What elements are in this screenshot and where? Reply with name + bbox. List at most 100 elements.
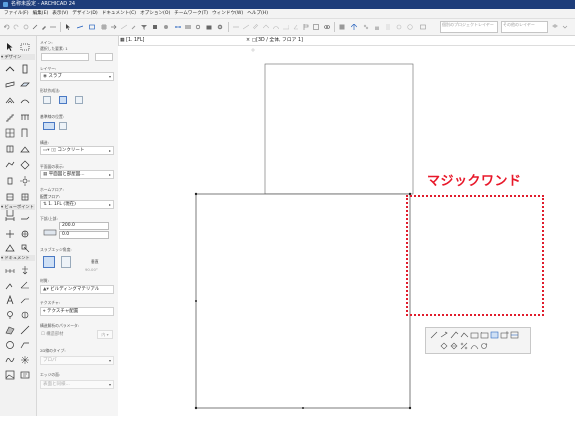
layer-dropdown[interactable]: ◉ スラブ ▾ [40,72,114,81]
window-tool-icon[interactable] [5,144,15,154]
lock-icon[interactable] [373,23,381,31]
elevate-icon[interactable] [460,331,469,339]
adjust-icon[interactable] [262,23,270,31]
railing-tool-icon[interactable] [20,112,30,122]
snap-guide-icon[interactable] [120,23,128,31]
ref-line-top-icon[interactable] [43,122,55,130]
shell-tool-icon[interactable] [20,96,30,106]
line-draw-tool-icon[interactable] [20,325,30,335]
line-tool-icon[interactable] [76,23,84,31]
curve-edit-icon[interactable] [470,342,479,350]
angle-icon[interactable] [292,23,300,31]
menu-window[interactable]: ウィンドウ(W) [212,11,243,16]
menu-design[interactable]: デザイン(D) [72,11,98,16]
circle-tool-icon[interactable] [5,340,15,350]
close-icon[interactable]: × [246,38,250,43]
magic-wand-icon[interactable] [31,23,39,31]
offset-icon[interactable] [252,23,260,31]
viewpoint-section-header[interactable]: ▾ ビューポイント [1,204,35,210]
edge-surface-dropdown[interactable]: 表面と同様... ▾ [40,380,114,389]
structure-dropdown[interactable]: ▭▾ ▯▯ コンクリート ▸ [40,146,114,155]
text-tool-icon[interactable] [5,294,15,305]
door-tool-icon[interactable] [20,128,30,138]
rotated-rectangle-slab-icon[interactable] [75,96,83,104]
menu-help[interactable]: ヘルプ(H) [247,11,268,16]
fill-tool-icon[interactable] [5,325,15,335]
menu-teamwork[interactable]: チームワーク(T) [174,11,208,16]
material-dropdown[interactable]: ▲▾ ビルディングマテリアル [40,285,114,294]
zone-tool-icon[interactable] [5,192,15,202]
design-section-header[interactable]: ▾ デザイン [1,54,35,60]
markup-icon[interactable] [395,23,403,31]
edge-icon[interactable] [282,23,290,31]
duct-tool-icon[interactable] [20,192,30,202]
slab-hotspot-br[interactable] [408,406,412,410]
selected-slab[interactable] [195,193,411,409]
marquee-tool-icon[interactable] [20,42,30,52]
column-tool-icon[interactable] [20,64,30,74]
worksheet-tool-icon[interactable] [20,229,30,239]
menu-options[interactable]: オプション(O) [140,11,170,16]
menu-document[interactable]: ドキュメント(C) [102,11,136,16]
marker-tool-icon[interactable] [5,310,15,320]
drag-icon[interactable] [430,331,439,339]
north-tool-icon[interactable] [20,310,30,320]
snapshot-icon[interactable] [205,23,213,31]
vertical-edge-icon[interactable] [43,256,55,268]
select-arrow-icon[interactable] [64,23,72,31]
gravity-icon[interactable] [88,23,96,31]
lamp-tool-icon[interactable] [20,176,30,186]
section-tool-icon[interactable] [5,214,15,224]
toolbar-overflow-icon[interactable] [561,23,569,31]
pencil-icon[interactable] [40,23,48,31]
dimension-tool-icon[interactable] [5,265,15,275]
spline-tool-icon[interactable] [5,355,15,365]
figure-tool-icon[interactable] [5,370,15,380]
filter-icon[interactable] [140,23,148,31]
arrow-icon[interactable] [110,23,118,31]
menu-view[interactable]: 表示(V) [52,11,68,16]
settings-gear-icon[interactable] [216,23,224,31]
slab-tool-icon[interactable] [20,80,30,90]
floor-plan-display-dropdown[interactable]: ▦ 平面図と部屋図... ▸ [40,170,114,179]
rotate-icon[interactable] [22,23,30,31]
explode-icon[interactable] [510,331,519,339]
other-layer-combo[interactable]: その他のレイヤー [501,21,548,33]
subtract-polygon-icon[interactable] [490,331,499,339]
angle-dimension-tool-icon[interactable] [20,280,30,290]
split-icon[interactable] [242,23,250,31]
thickness-input[interactable]: 200.0 [59,222,109,230]
slab-hotspot-tl[interactable] [194,192,198,196]
stair-tool-icon[interactable] [5,112,15,122]
menu-file[interactable]: ファイル(F) [4,11,29,16]
offset-all-icon[interactable] [480,331,489,339]
mesh-tool-icon[interactable] [5,160,15,170]
drawing-icon[interactable] [312,23,320,31]
help-icon[interactable] [406,23,414,31]
surface-icon[interactable] [162,23,170,31]
ref-line-bottom-icon[interactable] [59,122,67,130]
interior-elevation-tool-icon[interactable] [5,229,15,239]
roof-tool-icon[interactable] [5,96,15,106]
add-polygon-icon[interactable] [500,331,509,339]
layer-window-icon[interactable] [419,23,427,31]
polyline-tool-icon[interactable] [20,340,30,350]
measure-flag-icon[interactable] [302,23,310,31]
label-tool-icon[interactable] [20,295,30,305]
document-section-header[interactable]: ▾ ドキュメント [1,255,35,261]
elevation-tool-icon[interactable] [20,214,30,224]
move-node-icon[interactable] [440,342,449,350]
hotspot-icon[interactable] [151,23,159,31]
drawing-tool-icon[interactable] [20,370,30,380]
structural-function-checkbox[interactable]: ☐ 構造部材 [41,330,91,340]
morph-tool-icon[interactable] [20,160,30,170]
tab-3d-view[interactable]: × ▢[3D / 全体, フロア 1] [246,36,303,45]
settings-dialog-button[interactable] [95,53,113,61]
skylight-tool-icon[interactable] [20,144,30,154]
teamwork-icon[interactable] [362,23,370,31]
publish-icon[interactable] [350,23,358,31]
texture-button[interactable]: ⌖ テクスチャ配置 [40,307,114,316]
line-icon[interactable] [232,23,240,31]
eyedropper-icon[interactable] [130,23,138,31]
layer-settings-icon[interactable] [551,23,559,31]
